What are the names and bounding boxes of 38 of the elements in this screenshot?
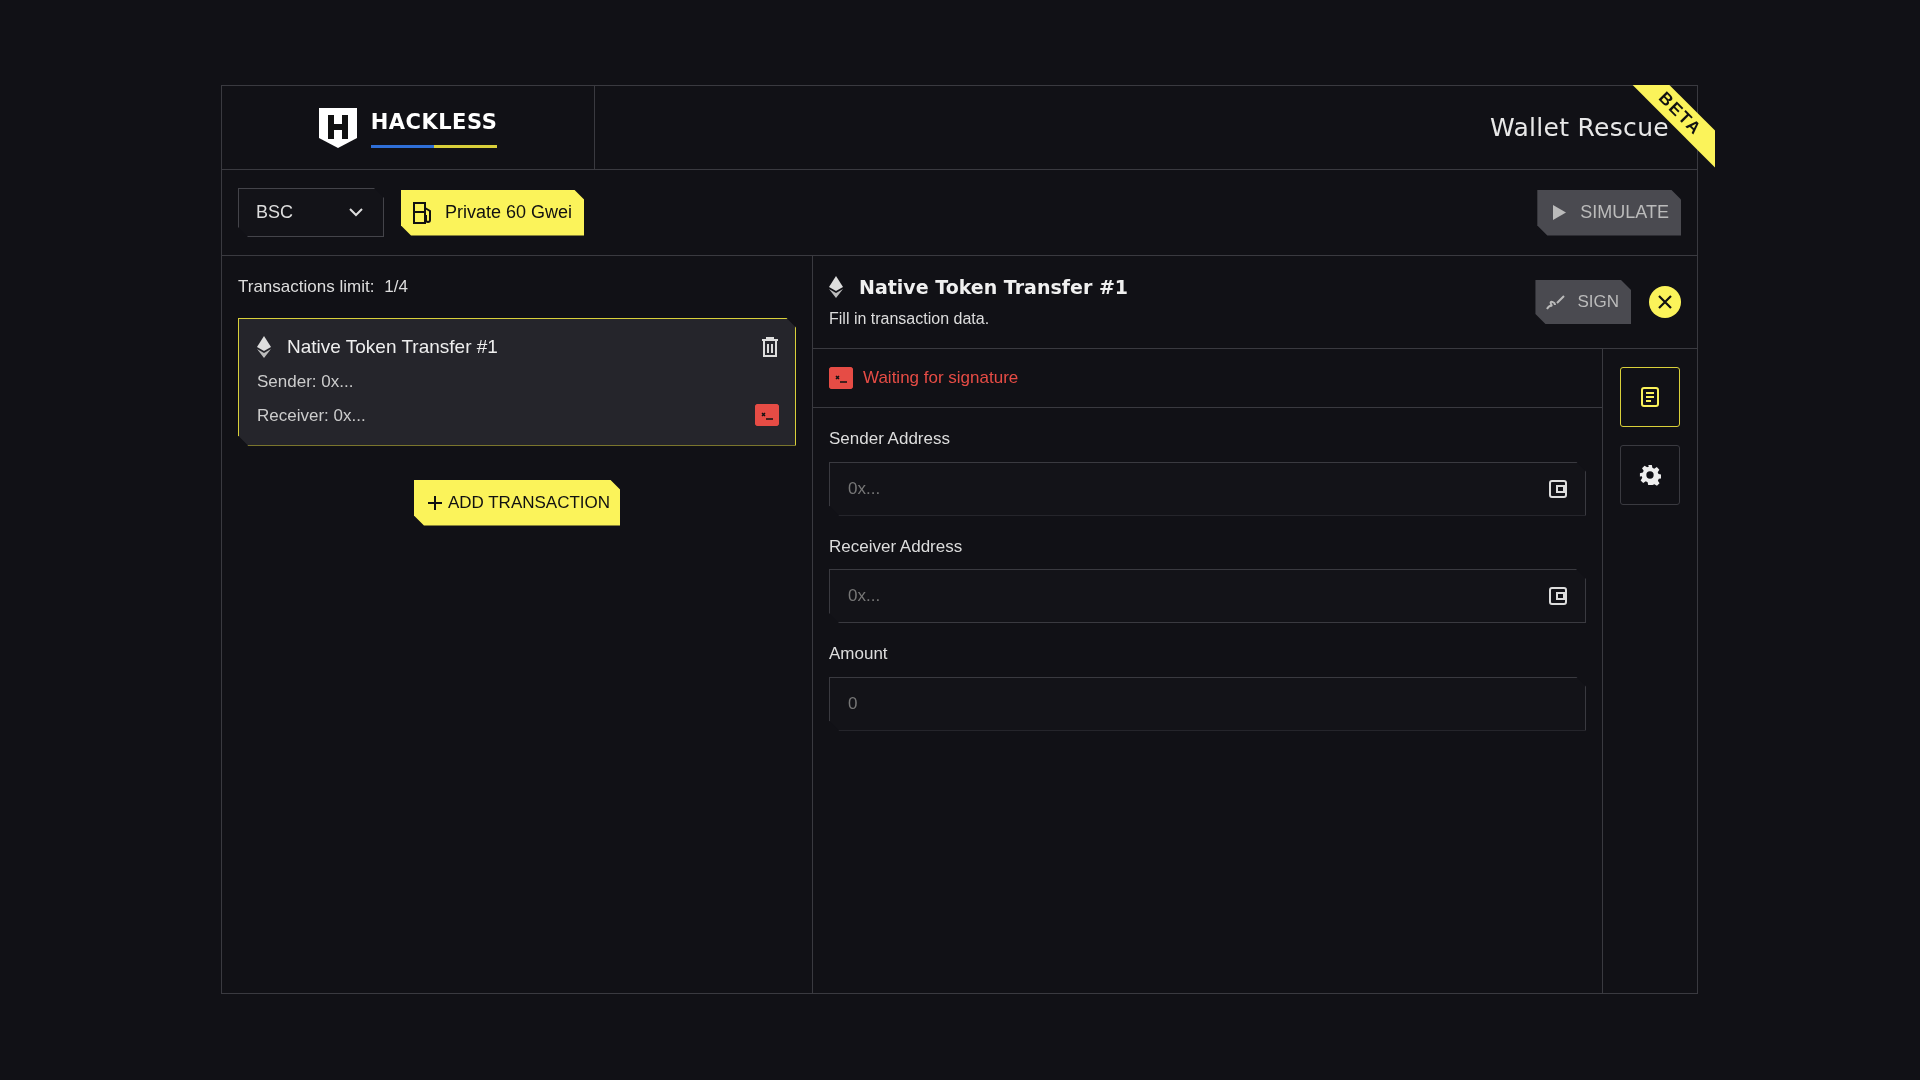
gear-icon xyxy=(1639,464,1661,486)
status-icon xyxy=(829,367,853,389)
chevron-down-icon xyxy=(349,208,363,217)
input-field[interactable]: 0 xyxy=(829,676,1586,731)
limit-value: 1/4 xyxy=(384,276,408,298)
field-label: Sender Address xyxy=(829,428,951,450)
detail-title: Native Token Transfer #1 xyxy=(859,274,1129,300)
plus-icon xyxy=(427,495,442,510)
play-icon xyxy=(1553,205,1567,220)
field-label: Amount xyxy=(829,643,889,665)
field-label: Receiver Address xyxy=(829,535,964,558)
fuel-pump-icon xyxy=(413,201,433,224)
close-button[interactable] xyxy=(1649,286,1681,318)
detail-subtitle: Fill in transaction data. xyxy=(829,309,991,330)
network-dropdown[interactable]: BSC xyxy=(238,188,384,237)
close-icon xyxy=(1658,295,1672,309)
gas-price-button[interactable]: Private 60 Gwei xyxy=(401,189,585,236)
status-text: Waiting for signature xyxy=(863,367,1019,390)
brand-name: HACKLESS xyxy=(370,107,498,148)
shield-logo-icon xyxy=(318,107,357,148)
add-transaction-button[interactable]: ADD TRANSACTION xyxy=(413,479,621,526)
wallet-icon xyxy=(1548,478,1568,499)
transaction-title: Native Token Transfer #1 xyxy=(287,334,498,359)
wallet-icon xyxy=(1548,586,1568,606)
signature-icon xyxy=(1545,293,1566,311)
input-field[interactable]: 0x... xyxy=(829,461,1586,516)
limit-label: Transactions limit: xyxy=(238,276,375,298)
settings-button[interactable] xyxy=(1620,445,1680,505)
diamond-icon xyxy=(257,335,271,358)
sender-text: Sender: 0x... xyxy=(257,371,355,393)
notes-button[interactable] xyxy=(1620,367,1680,427)
status-icon xyxy=(755,404,779,427)
transaction-card[interactable]: Native Token Transfer #1 Sender: 0x... Receiver: 0x... xyxy=(238,317,796,446)
diamond-icon xyxy=(829,276,843,298)
input-field[interactable]: 0x... xyxy=(829,569,1586,623)
receiver-text: Receiver: 0x... xyxy=(257,404,366,427)
trash-icon[interactable] xyxy=(761,336,779,357)
document-icon xyxy=(1640,387,1660,407)
